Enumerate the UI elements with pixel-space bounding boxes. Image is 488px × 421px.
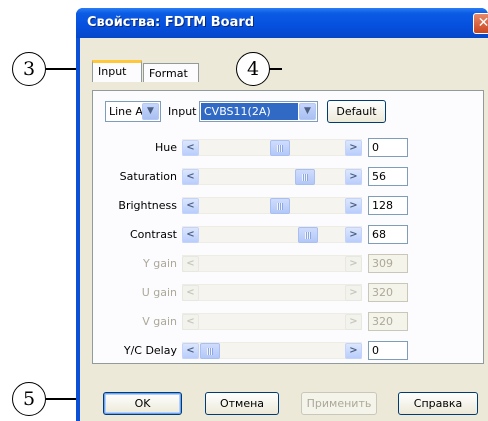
left-arrow-icon[interactable]: <: [182, 198, 199, 214]
slider-row: U gain < >320: [93, 283, 483, 304]
close-button[interactable]: ✕: [473, 13, 488, 34]
slider-value-field[interactable]: 309: [368, 254, 408, 273]
slider-scrollbar[interactable]: < >: [182, 342, 362, 359]
ok-button[interactable]: OK: [103, 392, 182, 415]
properties-dialog: Свойства: FDTM Board ✕ Input Format Line…: [76, 8, 488, 421]
slider-row: Hue < >0: [93, 138, 483, 159]
slider-value-field[interactable]: 56: [368, 167, 408, 186]
default-button[interactable]: Default: [327, 100, 386, 123]
cancel-button-label: Отмена: [219, 397, 265, 410]
slider-row: Contrast < >68: [93, 225, 483, 246]
slider-scrollbar[interactable]: < >: [182, 226, 362, 243]
slider-thumb[interactable]: [298, 227, 318, 243]
dialog-client: Input Format Line A ▼ Input CVBS11(2A) ▼…: [80, 38, 488, 421]
help-button-label: Справка: [413, 397, 463, 410]
chevron-down-icon[interactable]: ▼: [299, 103, 316, 120]
slider-value-field[interactable]: 0: [368, 138, 408, 157]
right-arrow-icon[interactable]: >: [345, 140, 362, 156]
slider-label: Brightness: [118, 199, 177, 212]
slider-scrollbar[interactable]: < >: [182, 255, 362, 272]
left-arrow-icon[interactable]: <: [182, 314, 199, 330]
slider-label: V gain: [142, 315, 177, 328]
chevron-down-icon[interactable]: ▼: [142, 103, 159, 120]
ok-button-label: OK: [134, 397, 151, 410]
line-select[interactable]: Line A ▼: [105, 101, 161, 122]
slider-thumb[interactable]: [200, 343, 220, 359]
slider-label: Y/C Delay: [123, 344, 177, 357]
right-arrow-icon[interactable]: >: [345, 198, 362, 214]
default-button-label: Default: [336, 105, 377, 118]
slider-row: Y/C Delay < >0: [93, 341, 483, 362]
input-label: Input: [168, 105, 197, 118]
left-arrow-icon[interactable]: <: [182, 256, 199, 272]
slider-value-field[interactable]: 320: [368, 312, 408, 331]
right-arrow-icon[interactable]: >: [345, 227, 362, 243]
right-arrow-icon[interactable]: >: [345, 256, 362, 272]
right-arrow-icon[interactable]: >: [345, 343, 362, 359]
apply-button-label: Применить: [306, 397, 372, 410]
slider-thumb[interactable]: [270, 140, 290, 156]
slider-label: Hue: [154, 141, 177, 154]
slider-thumb[interactable]: [295, 169, 315, 185]
slider-label: U gain: [141, 286, 177, 299]
slider-scrollbar[interactable]: < >: [182, 197, 362, 214]
close-icon: ✕: [477, 15, 488, 31]
input-select[interactable]: CVBS11(2A) ▼: [199, 101, 318, 122]
slider-row: V gain < >320: [93, 312, 483, 333]
title-bar[interactable]: Свойства: FDTM Board ✕: [76, 8, 488, 38]
left-arrow-icon[interactable]: <: [182, 285, 199, 301]
left-arrow-icon[interactable]: <: [182, 227, 199, 243]
slider-thumb[interactable]: [270, 198, 290, 214]
slider-scrollbar[interactable]: < >: [182, 168, 362, 185]
callout-4-leader: [268, 68, 282, 70]
slider-label: Contrast: [129, 228, 177, 241]
right-arrow-icon[interactable]: >: [345, 169, 362, 185]
slider-scrollbar[interactable]: < >: [182, 284, 362, 301]
slider-label: Y gain: [143, 257, 177, 270]
tab-input-label: Input: [98, 65, 127, 78]
slider-row: Y gain < >309: [93, 254, 483, 275]
slider-row: Saturation < >56: [93, 167, 483, 188]
left-arrow-icon[interactable]: <: [182, 169, 199, 185]
apply-button[interactable]: Применить: [301, 392, 377, 415]
input-tab-panel: Line A ▼ Input CVBS11(2A) ▼ Default Hue <…: [92, 90, 484, 364]
callout-5: 5: [12, 382, 46, 416]
callout-3: 3: [12, 52, 46, 86]
slider-value-field[interactable]: 128: [368, 196, 408, 215]
left-arrow-icon[interactable]: <: [182, 343, 199, 359]
slider-value-field[interactable]: 0: [368, 341, 408, 360]
right-arrow-icon[interactable]: >: [345, 285, 362, 301]
cancel-button[interactable]: Отмена: [205, 392, 279, 415]
line-select-value: Line A: [109, 105, 143, 118]
input-select-value: CVBS11(2A): [201, 103, 298, 120]
slider-value-field[interactable]: 68: [368, 225, 408, 244]
tab-format[interactable]: Format: [143, 63, 199, 82]
slider-label: Saturation: [119, 170, 177, 183]
left-arrow-icon[interactable]: <: [182, 140, 199, 156]
window-title: Свойства: FDTM Board: [87, 15, 255, 30]
slider-scrollbar[interactable]: < >: [182, 313, 362, 330]
right-arrow-icon[interactable]: >: [345, 314, 362, 330]
slider-value-field[interactable]: 320: [368, 283, 408, 302]
help-button[interactable]: Справка: [398, 392, 478, 415]
tab-input[interactable]: Input: [92, 60, 142, 82]
slider-row: Brightness < >128: [93, 196, 483, 217]
slider-scrollbar[interactable]: < >: [182, 139, 362, 156]
tab-format-label: Format: [149, 67, 188, 80]
callout-4: 4: [236, 52, 270, 86]
